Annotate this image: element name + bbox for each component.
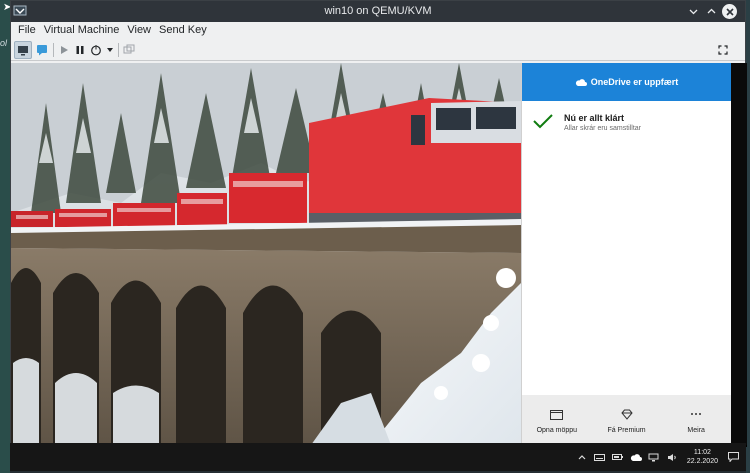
dropdown-arrow-icon [107,48,113,52]
folder-icon [550,409,564,420]
snapshots-button[interactable] [121,41,137,59]
keyboard-icon[interactable] [593,450,607,464]
window-title: win10 on QEMU/KVM [324,5,432,17]
wallpaper-train-viaduct [11,63,521,445]
sync-status-subtitle: Allar skrár eru samstilltar [564,125,642,132]
shutdown-button[interactable] [88,41,104,59]
menu-virtual-machine[interactable]: Virtual Machine [40,22,124,39]
more-dots-icon [691,413,702,415]
clock-date: 22.2.2020 [686,458,718,465]
chevron-up-icon[interactable] [575,450,589,464]
menu-send-key[interactable]: Send Key [155,22,211,39]
chevron-down-icon [689,9,698,15]
pause-button[interactable] [72,41,88,59]
network-icon[interactable] [647,450,661,464]
get-premium-button[interactable]: Fá Premium [592,395,662,445]
system-tray: 11:02 22.2.2020 [573,443,740,471]
menu-bar: File Virtual Machine View Send Key [11,22,745,39]
checkmark-icon [533,114,553,129]
menu-file[interactable]: File [14,22,40,39]
minimize-button[interactable] [686,4,701,19]
fullscreen-button[interactable] [715,41,731,59]
volume-icon[interactable] [665,450,679,464]
fullscreen-icon [718,45,728,55]
close-button[interactable] [722,4,737,19]
toolbar [11,39,745,61]
shutdown-menu-button[interactable] [105,41,115,59]
show-details-button[interactable] [33,41,51,59]
onedrive-flyout: OneDrive er uppfært Nú er allt klárt All… [521,63,731,445]
onedrive-header: OneDrive er uppfært [522,63,731,101]
onedrive-header-title: OneDrive er uppfært [590,77,679,87]
power-icon [91,44,101,56]
close-icon [725,7,734,16]
pause-icon [76,46,84,54]
notification-icon [727,452,739,462]
get-premium-label: Fá Premium [607,427,646,434]
title-bar[interactable]: win10 on QEMU/KVM [11,1,745,22]
host-edge-text: ol [0,38,8,48]
action-center-button[interactable] [726,450,740,464]
clock-time: 11:02 [693,449,711,456]
guest-screen-edge [731,63,747,445]
monitor-icon [18,45,28,55]
more-label: Meira [687,427,705,434]
maximize-button[interactable] [704,4,719,19]
sync-status-title: Nú er allt klárt [564,113,625,123]
show-console-button[interactable] [14,41,32,59]
sync-status: Nú er allt klárt Allar skrár eru samstil… [532,113,641,132]
clock[interactable]: 11:02 22.2.2020 [687,448,718,466]
host-desktop-left-edge [0,0,10,473]
onedrive-cloud-icon[interactable] [629,450,643,464]
chevron-up-icon [707,8,716,14]
onedrive-actions: Opna möppu Fá Premium Meira [522,395,731,445]
snapshots-icon [123,44,135,54]
info-icon [37,45,47,56]
guest-display[interactable]: OneDrive er uppfært Nú er allt klárt All… [11,63,747,447]
more-button[interactable]: Meira [661,395,731,445]
cloud-icon [575,79,587,86]
guest-taskbar: 11:02 22.2.2020 [10,443,746,471]
battery-icon[interactable] [611,450,625,464]
vm-viewer-window: win10 on QEMU/KVM File Virtual Machine V… [10,0,747,447]
open-folder-button[interactable]: Opna möppu [522,395,592,445]
diamond-icon [620,409,633,420]
run-button[interactable] [56,41,72,59]
play-icon [61,46,68,54]
menu-view[interactable]: View [123,22,155,39]
open-folder-label: Opna möppu [536,427,578,434]
